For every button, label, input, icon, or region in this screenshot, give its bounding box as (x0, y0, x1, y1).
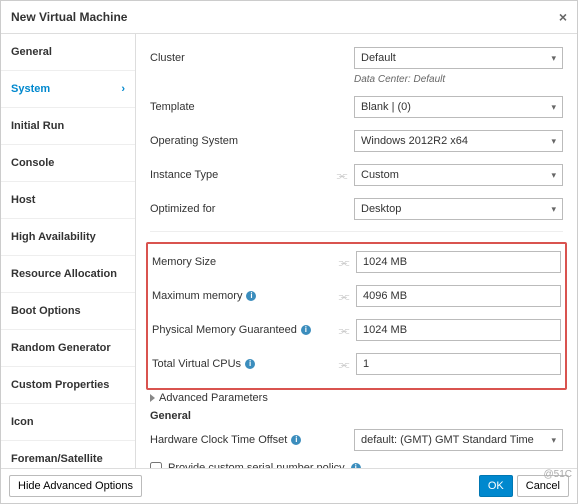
sidebar-item-label: Host (11, 194, 35, 206)
select-value: Custom (361, 169, 399, 181)
select-value: default: (GMT) GMT Standard Time (361, 434, 534, 446)
select-value: Blank | (0) (361, 101, 411, 113)
instance-type-select[interactable]: Custom ▾ (354, 164, 563, 186)
sidebar-item-label: High Availability (11, 231, 96, 243)
clock-offset-select[interactable]: default: (GMT) GMT Standard Time ▾ (354, 429, 563, 451)
close-icon[interactable]: × (559, 9, 567, 25)
select-value: Windows 2012R2 x64 (361, 135, 468, 147)
sidebar-item-host[interactable]: Host (1, 182, 135, 219)
optimized-select[interactable]: Desktop ▾ (354, 198, 563, 220)
chevron-down-icon: ▾ (551, 170, 556, 181)
sidebar-item-label: Initial Run (11, 120, 64, 132)
sidebar-item-console[interactable]: Console (1, 145, 135, 182)
footer: Hide Advanced Options OK Cancel (1, 468, 577, 503)
template-select[interactable]: Blank | (0) ▾ (354, 96, 563, 118)
chevron-right-icon: › (121, 83, 125, 95)
memory-size-label: Memory Size (152, 256, 332, 268)
memory-size-input[interactable] (356, 251, 561, 273)
link-icon: ⫘ (339, 357, 350, 372)
sidebar-item-label: General (11, 46, 52, 58)
link-icon: ⫘ (339, 255, 350, 270)
advanced-parameters-label: Advanced Parameters (159, 392, 268, 404)
info-icon[interactable]: i (301, 325, 311, 335)
chevron-down-icon: ▾ (551, 53, 556, 64)
hide-advanced-button[interactable]: Hide Advanced Options (9, 475, 142, 497)
link-icon: ⫘ (339, 289, 350, 304)
arrow-right-icon (150, 394, 155, 402)
link-icon: ⫘ (339, 323, 350, 338)
sidebar-item-boot-options[interactable]: Boot Options (1, 293, 135, 330)
divider (150, 231, 563, 232)
info-icon[interactable]: i (291, 435, 301, 445)
cluster-label: Cluster (150, 52, 330, 64)
sidebar-item-resource-allocation[interactable]: Resource Allocation (1, 256, 135, 293)
max-memory-input[interactable] (356, 285, 561, 307)
watermark: @51C (544, 469, 573, 480)
sidebar-item-icon[interactable]: Icon (1, 404, 135, 441)
instance-type-label: Instance Type (150, 169, 330, 181)
dialog-body: General System › Initial Run Console Host… (1, 34, 577, 468)
sidebar-item-random-generator[interactable]: Random Generator (1, 330, 135, 367)
sidebar-item-general[interactable]: General (1, 34, 135, 71)
sidebar-item-label: Resource Allocation (11, 268, 117, 280)
sidebar-item-label: Foreman/Satellite (11, 453, 103, 465)
vcpu-label: Total Virtual CPUsi (152, 358, 332, 370)
phys-mem-input[interactable] (356, 319, 561, 341)
optimized-label: Optimized for (150, 203, 330, 215)
dialog-title: New Virtual Machine (11, 10, 127, 24)
chevron-down-icon: ▾ (551, 136, 556, 147)
sidebar-item-custom-properties[interactable]: Custom Properties (1, 367, 135, 404)
info-icon[interactable]: i (245, 359, 255, 369)
cluster-select[interactable]: Default ▾ (354, 47, 563, 69)
sidebar-item-initial-run[interactable]: Initial Run (1, 108, 135, 145)
template-label: Template (150, 101, 330, 113)
general-subhead: General (150, 410, 563, 422)
advanced-parameters-toggle[interactable]: Advanced Parameters (150, 392, 563, 404)
new-vm-dialog: New Virtual Machine × General System › In… (0, 0, 578, 504)
chevron-down-icon: ▾ (551, 435, 556, 446)
os-select[interactable]: Windows 2012R2 x64 ▾ (354, 130, 563, 152)
clock-offset-label: Hardware Clock Time Offseti (150, 434, 330, 446)
os-label: Operating System (150, 135, 330, 147)
sidebar-item-label: Icon (11, 416, 34, 428)
chevron-down-icon: ▾ (551, 204, 556, 215)
phys-mem-label: Physical Memory Guaranteedi (152, 324, 332, 336)
select-value: Desktop (361, 203, 401, 215)
sidebar-item-high-availability[interactable]: High Availability (1, 219, 135, 256)
link-icon: ⫘ (337, 168, 348, 183)
sidebar-item-label: Random Generator (11, 342, 111, 354)
sidebar-item-label: Custom Properties (11, 379, 109, 391)
sidebar-item-label: Boot Options (11, 305, 81, 317)
titlebar: New Virtual Machine × (1, 1, 577, 34)
chevron-down-icon: ▾ (551, 102, 556, 113)
vcpu-input[interactable] (356, 353, 561, 375)
sidebar-item-foreman-satellite[interactable]: Foreman/Satellite (1, 441, 135, 468)
info-icon[interactable]: i (246, 291, 256, 301)
sidebar-item-label: System (11, 83, 50, 95)
ok-button[interactable]: OK (479, 475, 513, 497)
sidebar: General System › Initial Run Console Host… (1, 34, 136, 468)
content-area: Cluster Default ▾ Data Center: Default Te… (136, 34, 577, 468)
sidebar-item-label: Console (11, 157, 54, 169)
sidebar-item-system[interactable]: System › (1, 71, 135, 108)
select-value: Default (361, 52, 396, 64)
highlight-box: Memory Size ⫘ Maximum memoryi ⫘ Physical… (146, 242, 567, 390)
datacenter-text: Data Center: Default (354, 74, 563, 85)
max-memory-label: Maximum memoryi (152, 290, 332, 302)
